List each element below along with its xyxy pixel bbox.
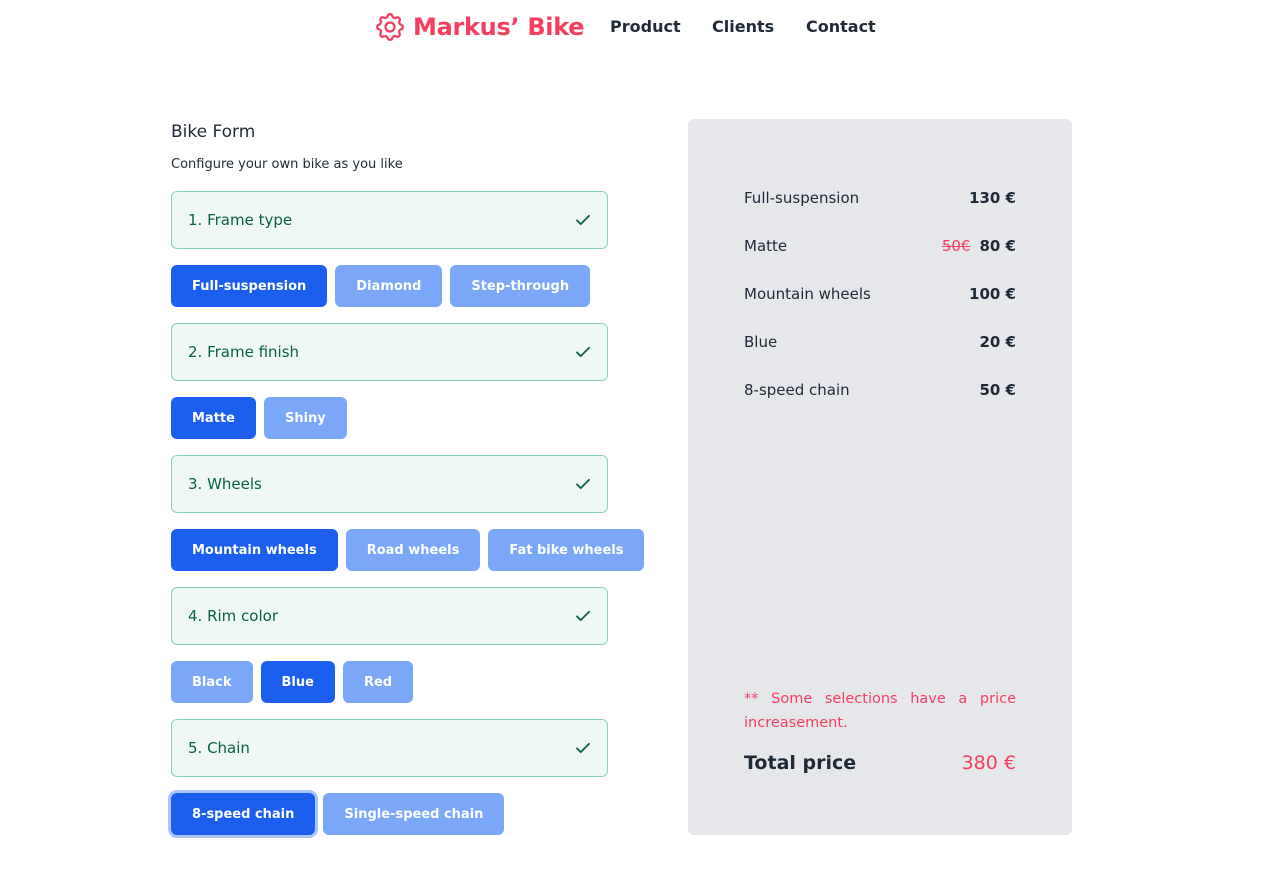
site-header: Markus’ Bike Product Clients Contact <box>0 0 1269 56</box>
summary-item-label: 8-speed chain <box>744 381 850 399</box>
summary-item-price: 20 € <box>979 333 1016 351</box>
gear-icon <box>373 10 407 44</box>
summary-item-label: Blue <box>744 333 778 351</box>
summary-item-price: 50 € <box>979 381 1016 399</box>
nav-clients[interactable]: Clients <box>712 17 774 36</box>
summary-item-price: 80 € <box>979 237 1016 255</box>
summary-item-label: Matte <box>744 237 788 255</box>
total-label: Total price <box>744 752 857 774</box>
option-blue[interactable]: Blue <box>260 661 335 703</box>
option-fat-bike-wheels[interactable]: Fat bike wheels <box>488 529 645 571</box>
step-chain[interactable]: 5. Chain <box>171 719 608 777</box>
logo-link[interactable]: Markus’ Bike <box>373 10 585 44</box>
total-row: Total price 380 € <box>744 752 1016 774</box>
summary-item: Matte 50€ 80 € <box>744 235 1016 257</box>
nav-contact[interactable]: Contact <box>806 17 876 36</box>
summary-item-label: Full-suspension <box>744 189 860 207</box>
step-frame-type[interactable]: 1. Frame type <box>171 191 608 249</box>
total-value: 380 € <box>961 752 1016 774</box>
option-mountain-wheels[interactable]: Mountain wheels <box>171 529 338 571</box>
option-black[interactable]: Black <box>171 661 253 703</box>
option-full-suspension[interactable]: Full-suspension <box>171 265 328 307</box>
summary-old-price: 50€ <box>941 237 971 255</box>
chain-options: 8-speed chain Single-speed chain <box>171 793 505 835</box>
step-title: 3. Wheels <box>188 475 262 493</box>
logo-text: Markus’ Bike <box>413 13 585 41</box>
step-frame-finish[interactable]: 2. Frame finish <box>171 323 608 381</box>
option-8-speed-chain[interactable]: 8-speed chain <box>171 793 316 835</box>
step-rim-color[interactable]: 4. Rim color <box>171 587 608 645</box>
option-single-speed-chain[interactable]: Single-speed chain <box>323 793 505 835</box>
summary-item-price: 100 € <box>969 285 1016 303</box>
check-icon <box>574 343 592 361</box>
check-icon <box>574 607 592 625</box>
check-icon <box>574 739 592 757</box>
summary-item: Blue 20 € <box>744 331 1016 353</box>
check-icon <box>574 475 592 493</box>
check-icon <box>574 211 592 229</box>
price-summary-panel: Full-suspension 130 € Matte 50€ 80 € Mou… <box>688 119 1072 835</box>
option-matte[interactable]: Matte <box>171 397 256 439</box>
option-red[interactable]: Red <box>342 661 414 703</box>
summary-item: Mountain wheels 100 € <box>744 283 1016 305</box>
step-title: 2. Frame finish <box>188 343 300 361</box>
frame-type-options: Full-suspension Diamond Step-through <box>171 265 591 307</box>
option-step-through[interactable]: Step-through <box>450 265 591 307</box>
step-wheels[interactable]: 3. Wheels <box>171 455 608 513</box>
summary-item: 8-speed chain 50 € <box>744 379 1016 401</box>
option-road-wheels[interactable]: Road wheels <box>345 529 481 571</box>
summary-item-label: Mountain wheels <box>744 285 871 303</box>
summary-price-group: 50€ 80 € <box>942 237 1016 255</box>
form-subtitle: Configure your own bike as you like <box>171 157 403 172</box>
summary-item: Full-suspension 130 € <box>744 187 1016 209</box>
nav-product[interactable]: Product <box>610 17 681 36</box>
option-shiny[interactable]: Shiny <box>263 397 347 439</box>
step-title: 5. Chain <box>188 739 250 757</box>
price-note: ** Some selections have a price increase… <box>744 691 1016 731</box>
step-title: 1. Frame type <box>188 211 293 229</box>
frame-finish-options: Matte Shiny <box>171 397 347 439</box>
form-title: Bike Form <box>171 122 256 142</box>
option-diamond[interactable]: Diamond <box>335 265 443 307</box>
step-title: 4. Rim color <box>188 607 278 625</box>
rim-color-options: Black Blue Red <box>171 661 414 703</box>
summary-item-price: 130 € <box>969 189 1016 207</box>
wheels-options: Mountain wheels Road wheels Fat bike whe… <box>171 529 645 571</box>
